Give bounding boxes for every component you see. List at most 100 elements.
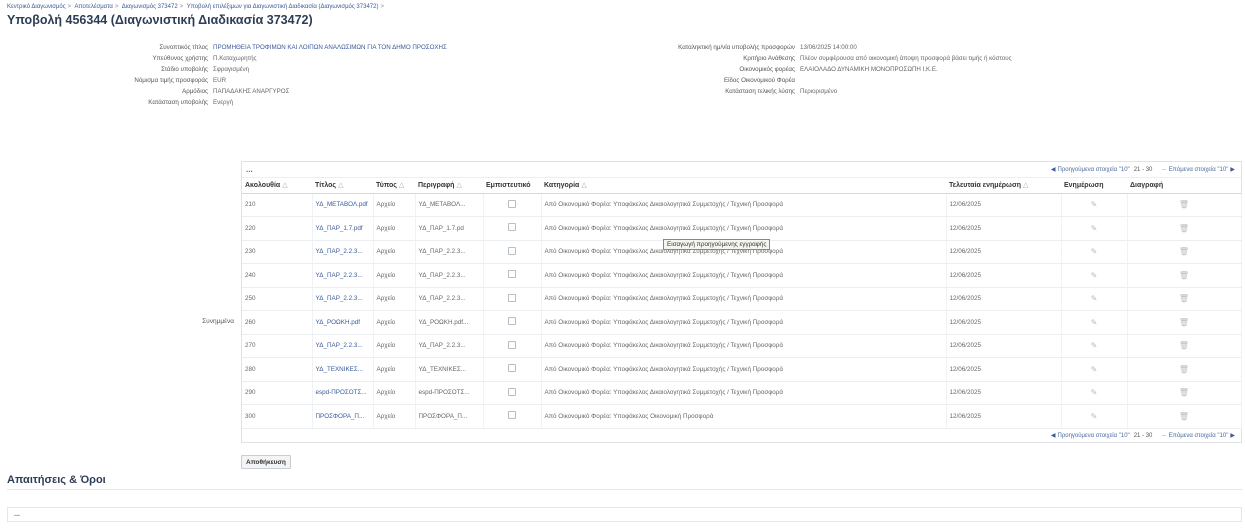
trash-icon[interactable]: 🗑 <box>1179 247 1189 256</box>
save-button[interactable]: Αποθήκευση <box>241 455 291 469</box>
trash-icon[interactable]: 🗑 <box>1179 271 1189 280</box>
checkbox-icon[interactable] <box>508 317 516 326</box>
next-page-link[interactable]: Επόμενα στοιχεία "10" <box>1169 167 1229 173</box>
cell-title-link[interactable]: ΥΔ_ΠΑΡ_2.2.3... <box>312 263 374 288</box>
pencil-icon[interactable]: ✎ <box>1091 388 1098 397</box>
trash-icon[interactable]: 🗑 <box>1179 200 1189 209</box>
pencil-icon[interactable]: ✎ <box>1091 341 1098 350</box>
trash-icon[interactable]: 🗑 <box>1179 388 1189 397</box>
sort-icon[interactable]: △ <box>282 182 287 189</box>
trash-icon[interactable]: 🗑 <box>1179 412 1189 421</box>
sort-icon[interactable]: △ <box>581 182 586 189</box>
column-header-delete: Διαγραφή <box>1127 178 1241 194</box>
cell-title-link[interactable]: ΥΔ_ΠΑΡ_2.2.3... <box>312 334 374 358</box>
next-page-link[interactable]: Επόμενα στοιχεία "10" <box>1169 433 1229 439</box>
cell-title-link[interactable]: ΥΔ_ΠΑΡ_2.2.3... <box>312 240 374 264</box>
trash-icon[interactable]: 🗑 <box>1179 294 1189 303</box>
left-fields: Συνοπτικός τίτλος ΠΡΟΜΗΘΕΙΑ ΤΡΟΦΙΜΩΝ ΚΑΙ… <box>0 42 620 108</box>
cell-delete: 🗑 <box>1127 240 1242 264</box>
pencil-icon[interactable]: ✎ <box>1091 294 1098 303</box>
breadcrumb-item-2[interactable]: Διαγωνισμός 373472 <box>122 4 178 10</box>
cell-title-link[interactable]: ΥΔ_ΤΕΧΝΙΚΕΣ... <box>312 357 374 382</box>
breadcrumb-item-0[interactable]: Κεντρικό Διαγωνισμός <box>7 4 66 10</box>
checkbox-icon[interactable] <box>508 246 516 255</box>
trash-icon[interactable]: 🗑 <box>1179 341 1189 350</box>
pencil-icon[interactable]: ✎ <box>1091 318 1098 327</box>
requirements-panel: ... <box>7 507 1242 522</box>
cell-category: Από Οικονομικό Φορέα: Υποφάκελος Δικαιολ… <box>541 357 947 382</box>
field-row-final-solution-status: Κατάσταση τελικής λύσης Περιορισμένο <box>630 86 1245 97</box>
checkbox-icon[interactable] <box>508 340 516 349</box>
checkbox-icon[interactable] <box>508 199 516 208</box>
cell-type: Αρχείο <box>373 334 416 358</box>
column-header-sequence[interactable]: Ακολουθία △ <box>242 178 312 194</box>
cell-title-link[interactable]: ΥΔ_ΠΑΡ_2.2.3... <box>312 287 374 311</box>
trash-icon[interactable]: 🗑 <box>1179 224 1189 233</box>
cell-confidential <box>483 287 542 311</box>
pencil-icon[interactable]: ✎ <box>1091 365 1098 374</box>
checkbox-icon[interactable] <box>508 270 516 279</box>
sort-icon[interactable]: △ <box>456 182 461 189</box>
cell-title-link[interactable]: ΥΔ_ΡΟΩΚΗ.pdf <box>312 310 374 335</box>
field-label: Κριτήριο Ανάθεσης <box>743 55 795 62</box>
cell-update: ✎ <box>1061 240 1128 264</box>
cell-type: Αρχείο <box>373 404 416 429</box>
checkbox-icon[interactable] <box>508 364 516 373</box>
sort-icon[interactable]: △ <box>338 182 343 189</box>
cell-title-link[interactable]: espd-ΠΡΟΣΟΤΣ... <box>312 381 374 405</box>
column-header-last-update[interactable]: Τελευταία ενημέρωση △ <box>946 178 1061 194</box>
cell-update: ✎ <box>1061 381 1128 405</box>
field-label: Αρμόδιος <box>182 88 208 95</box>
cell-update: ✎ <box>1061 193 1128 217</box>
pencil-icon[interactable]: ✎ <box>1091 271 1098 280</box>
column-header-type[interactable]: Τύπος △ <box>373 178 415 194</box>
breadcrumb-separator: > <box>380 4 384 10</box>
sort-icon[interactable]: △ <box>1023 182 1028 189</box>
cell-description: espd-ΠΡΟΣΟΤΣ... <box>415 381 484 405</box>
checkbox-icon[interactable] <box>508 223 516 232</box>
cell-delete: 🗑 <box>1127 404 1242 429</box>
cell-last-update: 12/06/2025 <box>946 240 1062 264</box>
field-row-officer: Αρμόδιος ΠΑΠΑΔΑΚΗΣ ΑΝΑΡΓΥΡΟΣ <box>0 86 620 97</box>
sort-icon[interactable]: △ <box>399 182 404 189</box>
pencil-icon[interactable]: ✎ <box>1091 412 1098 421</box>
field-value: Περιορισμένο <box>800 88 838 95</box>
cell-title-link[interactable]: ΥΔ_ΠΑΡ_1.7.pdf <box>312 216 374 241</box>
short-title-link[interactable]: ΠΡΟΜΗΘΕΙΑ ΤΡΟΦΙΜΩΝ ΚΑΙ ΛΟΙΠΩΝ ΑΝΑΛΩΣΙΜΩΝ… <box>213 44 447 51</box>
requirements-actions-menu[interactable]: ... <box>14 511 20 518</box>
next-arrow-icon[interactable]: ▶ <box>1230 432 1235 439</box>
pencil-icon[interactable]: ✎ <box>1091 247 1098 256</box>
cell-sequence: 290 <box>242 381 313 405</box>
checkbox-icon[interactable] <box>508 293 516 302</box>
breadcrumb-separator: > <box>67 4 72 10</box>
pencil-icon[interactable]: ✎ <box>1091 200 1098 209</box>
field-label: Στάδιο υποβολής <box>161 66 208 73</box>
next-arrow-icon[interactable]: ▶ <box>1230 166 1235 173</box>
trash-icon[interactable]: 🗑 <box>1179 318 1189 327</box>
cell-update: ✎ <box>1061 357 1128 382</box>
breadcrumb-item-3[interactable]: Υποβολή επιλέξιμων για Διαγωνιστική Διαδ… <box>187 4 379 10</box>
cell-type: Αρχείο <box>373 193 416 217</box>
cell-last-update: 12/06/2025 <box>946 310 1062 335</box>
cell-title-link[interactable]: ΠΡΟΣΦΟΡΑ_Π... <box>312 404 374 429</box>
breadcrumb-item-1[interactable]: Αποτελέσματα <box>74 4 112 10</box>
prev-page-link[interactable]: Προηγούμενα στοιχεία "10" <box>1058 167 1130 173</box>
checkbox-icon[interactable] <box>508 411 516 420</box>
pencil-icon[interactable]: ✎ <box>1091 224 1098 233</box>
table-actions-menu[interactable]: ... <box>246 165 253 174</box>
cell-type: Αρχείο <box>373 263 416 288</box>
column-header-category[interactable]: Κατηγορία △ <box>541 178 946 194</box>
cell-title-link[interactable]: ΥΔ_ΜΕΤΑΒΟΛ.pdf <box>312 193 374 217</box>
cell-delete: 🗑 <box>1127 216 1242 241</box>
checkbox-icon[interactable] <box>508 387 516 396</box>
column-header-description[interactable]: Περιγραφή △ <box>415 178 483 194</box>
prev-arrow-icon[interactable]: ◀ <box>1051 166 1056 173</box>
cell-sequence: 240 <box>242 263 313 288</box>
prev-page-link[interactable]: Προηγούμενα στοιχεία "10" <box>1058 433 1130 439</box>
cell-confidential <box>483 216 542 241</box>
prev-arrow-icon[interactable]: ◀ <box>1051 432 1056 439</box>
trash-icon[interactable]: 🗑 <box>1179 365 1189 374</box>
column-header-title[interactable]: Τίτλος △ <box>312 178 373 194</box>
cell-update: ✎ <box>1061 310 1128 335</box>
cell-update: ✎ <box>1061 404 1128 429</box>
